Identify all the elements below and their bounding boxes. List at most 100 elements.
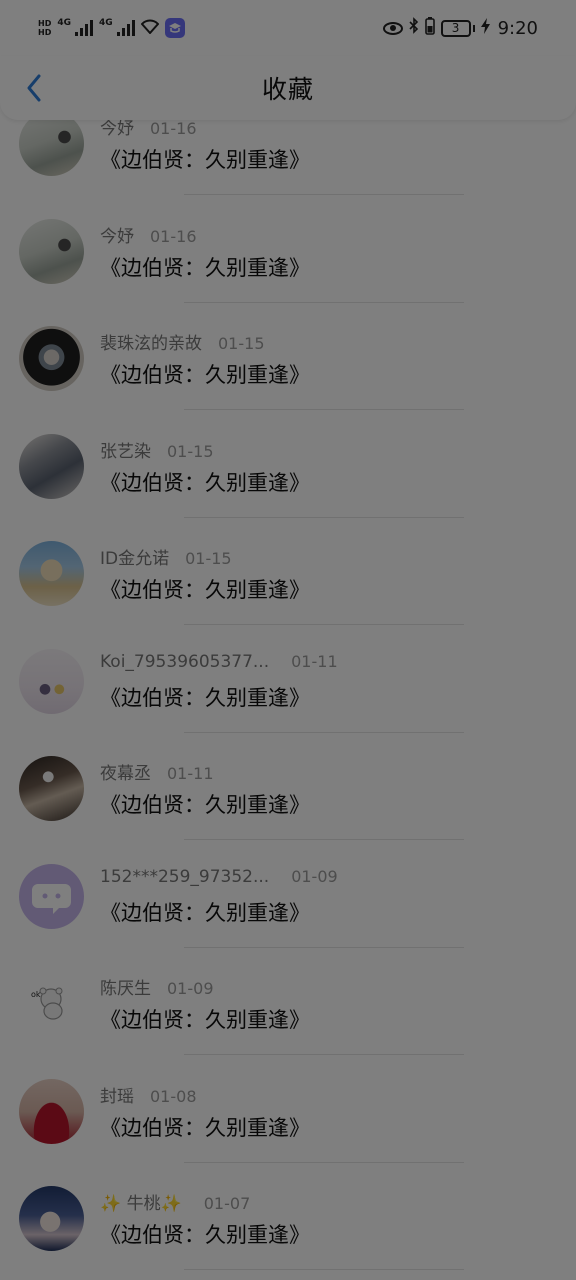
divider xyxy=(184,624,464,625)
date: 01-08 xyxy=(150,1086,197,1106)
item-meta: 今妤 01-16 xyxy=(100,222,197,247)
username[interactable]: ✨ 牛桃✨ xyxy=(100,1189,182,1214)
avatar[interactable] xyxy=(19,756,84,821)
username[interactable]: 裴珠泫的亲故 xyxy=(100,329,202,354)
signal-icon xyxy=(116,20,135,36)
list-item[interactable]: ok 陈厌生 01-09 《边伯贤：久别重逢》 xyxy=(0,964,576,1072)
battery-tip xyxy=(472,24,475,32)
battery-icon xyxy=(424,16,435,40)
list-item[interactable]: 张艺染 01-15 《边伯贤：久别重逢》 xyxy=(0,427,576,535)
item-title[interactable]: 《边伯贤：久别重逢》 xyxy=(100,1004,310,1034)
date: 01-11 xyxy=(291,651,338,671)
hd-indicator: HD HD xyxy=(38,19,51,37)
username[interactable]: Koi_79539605377... xyxy=(100,652,269,672)
username[interactable]: 夜幕丞 xyxy=(100,759,151,784)
item-meta: 152***259_97352... 01-09 xyxy=(100,867,338,887)
battery-level-indicator: 3 xyxy=(440,19,475,37)
date: 01-15 xyxy=(167,441,214,461)
app-icon xyxy=(164,18,185,38)
divider xyxy=(184,1161,464,1163)
battery-level: 3 xyxy=(440,19,471,37)
network-type-1: 4G xyxy=(57,17,71,28)
username[interactable]: 152***259_97352... xyxy=(100,867,269,887)
item-meta: ID金允诺 01-15 xyxy=(100,544,232,569)
date: 01-15 xyxy=(185,549,232,568)
avatar[interactable] xyxy=(19,863,84,929)
item-title[interactable]: 《边伯贤：久别重逢》 xyxy=(100,252,310,282)
item-meta: Koi_79539605377... 01-11 xyxy=(100,652,338,672)
avatar[interactable] xyxy=(19,111,84,176)
wifi-icon xyxy=(140,18,160,39)
avatar[interactable] xyxy=(19,326,84,391)
screen: HD HD 4G 4G 3 9:20 收藏 今妤 01-16 《边伯贤：久别重逢… xyxy=(0,0,576,1280)
divider xyxy=(184,194,464,195)
bear-label: ok xyxy=(31,990,41,999)
date: 01-09 xyxy=(167,979,214,998)
item-title[interactable]: 《边伯贤：久别重逢》 xyxy=(100,144,310,174)
hd-bottom: HD xyxy=(38,28,52,37)
list-item[interactable]: Koi_79539605377... 01-11 《边伯贤：久别重逢》 xyxy=(0,642,576,750)
item-meta: 裴珠泫的亲故 01-15 xyxy=(100,329,265,354)
signal-icon xyxy=(75,20,93,36)
clock: 9:20 xyxy=(497,17,538,39)
status-bar: HD HD 4G 4G 3 9:20 xyxy=(0,0,576,56)
back-button[interactable] xyxy=(16,70,52,106)
username[interactable]: 封瑶 xyxy=(100,1082,134,1107)
divider xyxy=(184,1054,464,1055)
list-item[interactable]: 今妤 01-16 《边伯贤：久别重逢》 xyxy=(0,104,576,212)
divider xyxy=(184,731,464,733)
hd-top: HD xyxy=(38,19,52,28)
list-item[interactable]: 今妤 01-16 《边伯贤：久别重逢》 xyxy=(0,212,576,320)
username[interactable]: ID金允诺 xyxy=(100,544,169,569)
item-meta: 张艺染 01-15 xyxy=(100,437,214,462)
item-title[interactable]: 《边伯贤：久别重逢》 xyxy=(100,682,310,712)
avatar[interactable] xyxy=(19,1078,84,1144)
item-title[interactable]: 《边伯贤：久别重逢》 xyxy=(100,467,310,497)
item-title[interactable]: 《边伯贤：久别重逢》 xyxy=(100,1112,310,1142)
item-meta: ✨ 牛桃✨ 01-07 xyxy=(100,1189,250,1214)
chat-bubble-icon xyxy=(32,883,71,914)
avatar[interactable] xyxy=(19,648,84,714)
status-left: HD HD 4G 4G xyxy=(38,18,185,39)
charging-icon xyxy=(480,17,490,39)
item-title[interactable]: 《边伯贤：久别重逢》 xyxy=(100,897,310,927)
divider xyxy=(184,516,464,518)
date: 01-16 xyxy=(150,119,197,138)
item-title[interactable]: 《边伯贤：久别重逢》 xyxy=(100,574,310,604)
item-title[interactable]: 《边伯贤：久别重逢》 xyxy=(100,1219,310,1249)
favorites-list: 今妤 01-16 《边伯贤：久别重逢》 今妤 01-16 《边伯贤：久别重逢》 … xyxy=(0,104,576,1280)
list-item[interactable]: 152***259_97352... 01-09 《边伯贤：久别重逢》 xyxy=(0,857,576,965)
item-meta: 陈厌生 01-09 xyxy=(100,974,214,999)
network-type-2: 4G xyxy=(99,17,113,28)
list-item[interactable]: 夜幕丞 01-11 《边伯贤：久别重逢》 xyxy=(0,749,576,857)
username[interactable]: 陈厌生 xyxy=(100,974,151,999)
avatar[interactable]: ok xyxy=(19,971,84,1036)
item-meta: 封瑶 01-08 xyxy=(100,1082,197,1107)
divider xyxy=(184,839,464,840)
list-item[interactable]: ✨ 牛桃✨ 01-07 《边伯贤：久别重逢》 xyxy=(0,1179,576,1280)
list-item[interactable]: ID金允诺 01-15 《边伯贤：久别重逢》 xyxy=(0,534,576,642)
chevron-left-icon xyxy=(27,74,41,102)
username[interactable]: 张艺染 xyxy=(100,437,151,462)
nav-bar: 收藏 xyxy=(0,56,576,120)
item-title[interactable]: 《边伯贤：久别重逢》 xyxy=(100,359,310,389)
list-item[interactable]: 封瑶 01-08 《边伯贤：久别重逢》 xyxy=(0,1072,576,1180)
date: 01-15 xyxy=(218,334,265,353)
avatar[interactable] xyxy=(19,218,84,284)
list-item[interactable]: 裴珠泫的亲故 01-15 《边伯贤：久别重逢》 xyxy=(0,319,576,427)
date: 01-09 xyxy=(291,866,338,886)
username[interactable]: 今妤 xyxy=(100,222,134,247)
page-title: 收藏 xyxy=(261,75,314,104)
avatar[interactable] xyxy=(19,1186,84,1251)
divider xyxy=(184,409,464,410)
date: 01-11 xyxy=(167,764,214,783)
avatar[interactable] xyxy=(19,433,84,499)
date: 01-07 xyxy=(203,1194,251,1213)
divider xyxy=(184,946,464,948)
divider xyxy=(184,1269,464,1270)
divider xyxy=(184,301,464,303)
eye-icon xyxy=(382,21,403,35)
item-title[interactable]: 《边伯贤：久别重逢》 xyxy=(100,789,310,819)
item-meta: 夜幕丞 01-11 xyxy=(100,759,214,784)
avatar[interactable] xyxy=(19,541,84,606)
